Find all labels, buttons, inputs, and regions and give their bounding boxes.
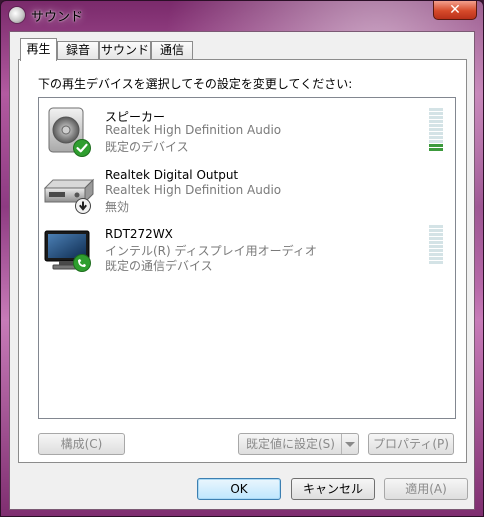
sound-app-icon [9, 7, 25, 23]
set-default-button[interactable]: 既定値に設定(S) [238, 433, 359, 455]
dialog-client-area: 再生 録音 サウンド 通信 下の再生デバイスを選択してその設定を変更してください… [9, 31, 475, 510]
set-default-label: 既定値に設定(S) [246, 437, 335, 451]
disabled-arrow-badge-icon [75, 198, 91, 214]
device-name: Realtek Digital Output [105, 168, 239, 182]
device-status: 既定の通信デバイス [105, 259, 213, 273]
device-status: 無効 [105, 200, 130, 214]
ok-button[interactable]: OK [197, 478, 281, 500]
tab-recording[interactable]: 録音 [57, 41, 99, 60]
device-status: 既定のデバイス [105, 140, 189, 154]
device-list[interactable]: スピーカー Realtek High Definition Audio 既定のデ… [38, 97, 456, 419]
sound-dialog: サウンド ✕ 再生 録音 サウンド 通信 下の再生デバイスを選択してその設定を変… [0, 0, 484, 517]
configure-button[interactable]: 構成(C) [38, 433, 125, 455]
window-title: サウンド [31, 10, 84, 25]
device-driver: Realtek High Definition Audio [105, 183, 282, 197]
device-item-speakers[interactable]: スピーカー Realtek High Definition Audio 既定のデ… [39, 102, 455, 160]
green-check-badge-icon [73, 139, 91, 157]
device-driver: Realtek High Definition Audio [105, 123, 282, 137]
tab-sounds[interactable]: サウンド [99, 41, 151, 60]
device-name: RDT272WX [105, 227, 173, 241]
volume-meter [429, 225, 443, 267]
volume-meter [429, 108, 443, 151]
title-bar[interactable]: サウンド ✕ [1, 1, 483, 29]
phone-badge-icon [73, 254, 91, 272]
close-button[interactable]: ✕ [433, 1, 477, 20]
device-item-digital-output[interactable]: Realtek Digital Output Realtek High Defi… [39, 162, 455, 220]
cancel-button[interactable]: キャンセル [291, 478, 375, 500]
tab-communications[interactable]: 通信 [151, 41, 193, 60]
properties-button[interactable]: プロパティ(P) [368, 433, 454, 455]
chevron-down-icon[interactable] [341, 434, 358, 454]
tab-playback[interactable]: 再生 [20, 38, 57, 61]
device-item-monitor[interactable]: RDT272WX インテル(R) ディスプレイ用オーディオ 既定の通信デバイス [39, 221, 455, 279]
apply-button[interactable]: 適用(A) [384, 478, 468, 500]
instruction-text: 下の再生デバイスを選択してその設定を変更してください: [38, 77, 353, 91]
playback-tab-panel: 下の再生デバイスを選択してその設定を変更してください: スピーカー Realte… [18, 59, 467, 463]
